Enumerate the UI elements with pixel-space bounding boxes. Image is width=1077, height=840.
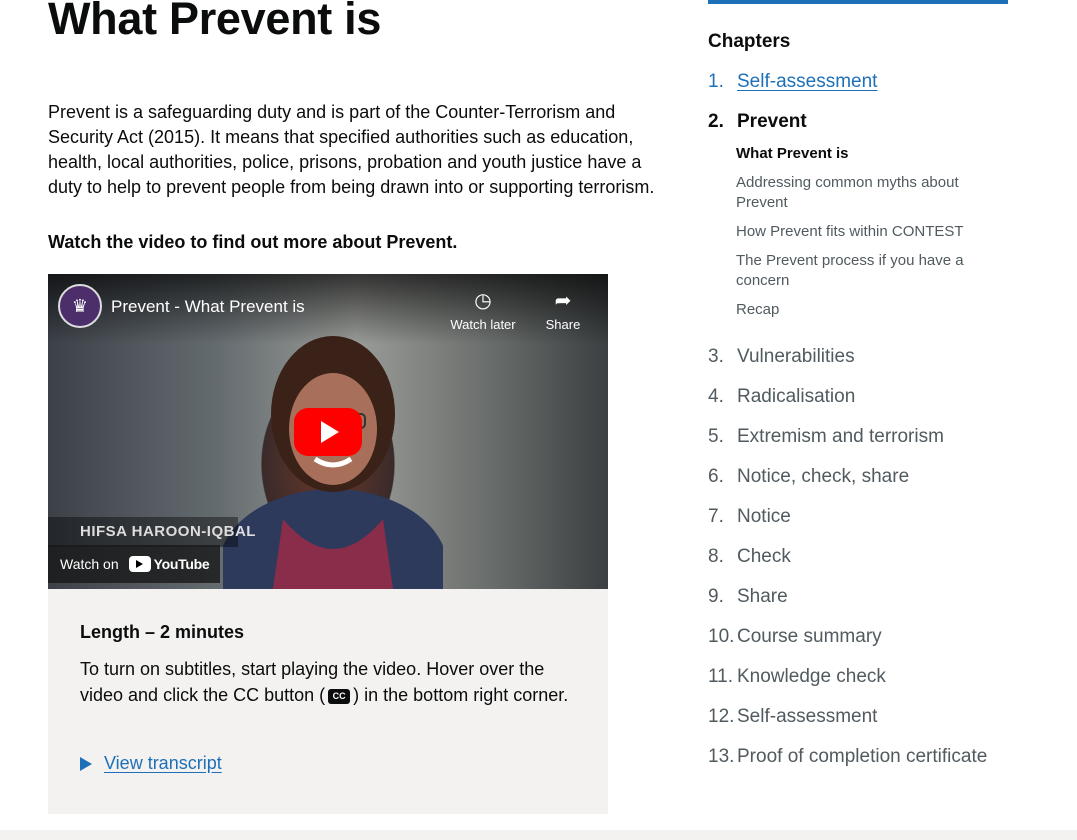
share-arrow-icon: ➦ (554, 290, 572, 312)
chapter-link-self-assessment[interactable]: Self-assessment (737, 71, 877, 93)
chapter-label: Extremism and terrorism (737, 426, 944, 447)
clock-icon: ◷ (474, 290, 492, 312)
chapter-label: Vulnerabilities (737, 346, 855, 367)
subtitles-instructions: To turn on subtitles, start playing the … (80, 659, 569, 705)
subsection-process[interactable]: The Prevent process if you have a concer… (736, 251, 976, 291)
video-player[interactable]: ♛ Prevent - What Prevent is ◷ Watch late… (48, 274, 608, 589)
chapter-label: Notice, check, share (737, 466, 910, 487)
page-title: What Prevent is (48, 0, 382, 44)
youtube-logo: YouTube (128, 556, 210, 572)
chapter-label: Share (737, 586, 788, 607)
chapter-label: Proof of completion certificate (737, 746, 988, 767)
chapter-label-prevent: Prevent (737, 111, 807, 132)
speaker-caption: HIFSA HAROON-IQBAL (48, 517, 255, 547)
chapter-label: Knowledge check (737, 666, 886, 687)
watch-later-label: Watch later (450, 317, 516, 332)
chapter-label: Check (737, 546, 791, 567)
video-info-panel: Length – 2 minutes To turn on subtitles,… (48, 589, 608, 814)
chapter-label: Notice (737, 506, 791, 527)
watch-prompt: Watch the video to find out more about P… (48, 232, 458, 252)
chapter-label: Self-assessment (737, 706, 878, 727)
share-label: Share (545, 317, 581, 332)
intro-paragraph: Prevent is a safeguarding duty and is pa… (48, 102, 655, 197)
share-button[interactable]: ➦ Share (528, 288, 598, 332)
chapter-item-7[interactable]: 7. Notice (708, 506, 791, 528)
chapter-item-1[interactable]: 1. Self-assessment (708, 71, 877, 93)
crest-icon[interactable]: ♛ (58, 284, 102, 328)
chapter-label: Course summary (737, 626, 882, 647)
chapter-item-11[interactable]: 11. Knowledge check (708, 666, 886, 688)
watch-on-label: Watch on (60, 556, 119, 572)
subsection-myths[interactable]: Addressing common myths about Prevent (736, 173, 976, 213)
video-length: Length – 2 minutes (80, 622, 245, 642)
subsection-what-prevent-is[interactable]: What Prevent is (736, 144, 976, 164)
subsection-recap[interactable]: Recap (736, 300, 976, 320)
youtube-play-icon (128, 556, 151, 572)
chapter-item-3[interactable]: 3. Vulnerabilities (708, 346, 855, 368)
chapter-item-8[interactable]: 8. Check (708, 546, 791, 568)
chapter-item-5[interactable]: 5. Extremism and terrorism (708, 426, 944, 448)
footer-strip (0, 830, 1077, 840)
play-button[interactable] (294, 408, 362, 456)
chapter-item-13[interactable]: 13. Proof of completion certificate (708, 746, 987, 768)
cc-icon: CC (328, 688, 351, 704)
view-transcript-toggle[interactable]: View transcript (80, 753, 222, 774)
chapter-item-10[interactable]: 10. Course summary (708, 626, 882, 648)
play-icon (321, 421, 339, 443)
chapter-label: Radicalisation (737, 386, 856, 407)
view-transcript-link[interactable]: View transcript (104, 753, 222, 774)
chapter-item-12[interactable]: 12. Self-assessment (708, 706, 877, 728)
chapter-item-9[interactable]: 9. Share (708, 586, 788, 608)
chapter-item-4[interactable]: 4. Radicalisation (708, 386, 855, 408)
watch-on-youtube-button[interactable]: Watch on YouTube (48, 545, 220, 583)
chapters-heading: Chapters (708, 31, 791, 52)
subsection-contest[interactable]: How Prevent fits within CONTEST (736, 222, 976, 242)
chapter-item-6[interactable]: 6. Notice, check, share (708, 466, 909, 488)
sidebar-accent-bar (708, 0, 1008, 4)
video-title[interactable]: Prevent - What Prevent is (111, 297, 305, 317)
chapter-item-2[interactable]: 2. Prevent (708, 111, 807, 133)
expand-triangle-icon (80, 756, 92, 771)
watch-later-button[interactable]: ◷ Watch later (448, 288, 518, 332)
